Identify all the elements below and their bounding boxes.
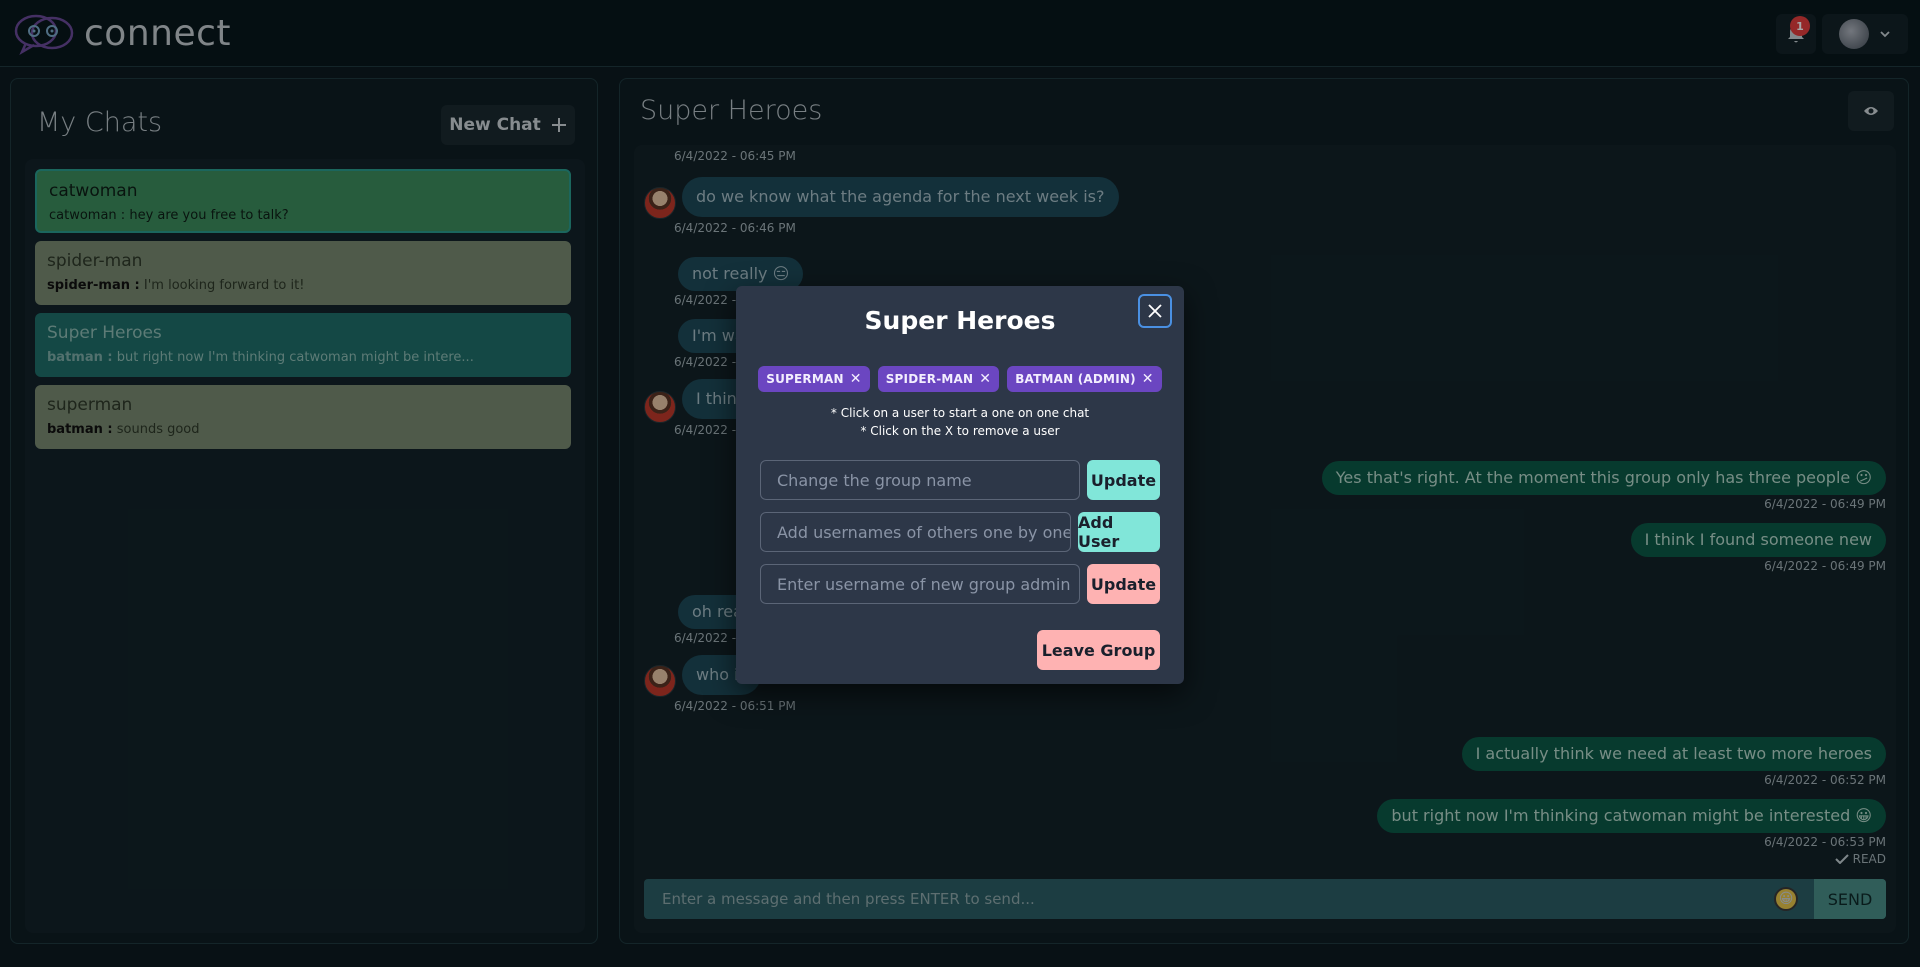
modal-title: Super Heroes [864, 306, 1056, 335]
add-user-button[interactable]: Add User [1078, 512, 1160, 552]
member-name: SUPERMAN [766, 372, 844, 386]
rename-group-button[interactable]: Update [1087, 460, 1160, 500]
member-name: BATMAN (ADMIN) [1015, 372, 1136, 386]
remove-user-icon[interactable]: ✕ [850, 371, 862, 387]
add-user-input[interactable] [760, 512, 1071, 552]
member-name: SPIDER-MAN [885, 372, 974, 386]
new-admin-input[interactable] [760, 564, 1080, 604]
update-admin-button[interactable]: Update [1087, 564, 1160, 604]
member-tag-batman[interactable]: BATMAN (ADMIN) ✕ [1007, 366, 1162, 392]
group-settings-modal: Super Heroes SUPERMAN ✕ SPIDER-MAN ✕ BATMA… [736, 286, 1184, 684]
member-tag-spider-man[interactable]: SPIDER-MAN ✕ [877, 366, 1000, 392]
leave-group-button[interactable]: Leave Group [1037, 630, 1160, 670]
hint-remove-user: * Click on the X to remove a user [860, 424, 1060, 438]
close-icon [1148, 304, 1162, 318]
member-tag-superman[interactable]: SUPERMAN ✕ [758, 366, 870, 392]
hint-one-on-one: * Click on a user to start a one on one … [830, 406, 1090, 420]
remove-user-icon[interactable]: ✕ [979, 371, 991, 387]
close-modal-button[interactable] [1138, 294, 1172, 328]
remove-user-icon[interactable]: ✕ [1142, 371, 1154, 387]
member-tags: SUPERMAN ✕ SPIDER-MAN ✕ BATMAN (ADMIN) ✕ [736, 366, 1184, 392]
group-name-input[interactable] [760, 460, 1080, 500]
